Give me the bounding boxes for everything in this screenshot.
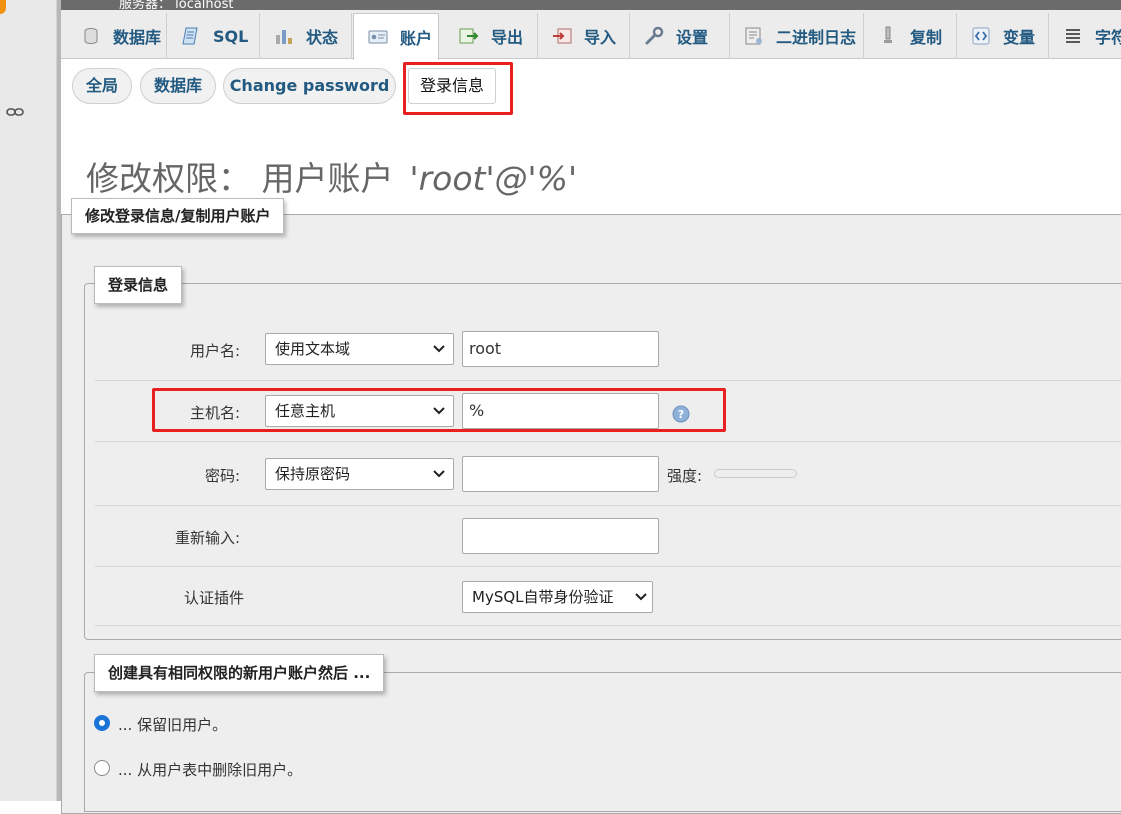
accounts-icon: [368, 30, 388, 44]
password-strength-meter: [714, 469, 797, 478]
highlight-box-hostname: [152, 388, 726, 432]
tab-variables[interactable]: 变量: [957, 13, 1049, 59]
row-divider: [95, 380, 1121, 381]
database-icon: [84, 28, 98, 45]
delete-old-user-label[interactable]: ... 从用户表中删除旧用户。: [118, 759, 302, 780]
variables-icon: [972, 27, 990, 45]
auth-plugin-label: 认证插件: [184, 589, 245, 607]
page-title-account-label: 用户账户: [261, 159, 394, 199]
navigation-panel: [0, 0, 57, 801]
auth-plugin-select[interactable]: MySQL自带身份验证: [462, 581, 653, 613]
subtab-database[interactable]: 数据库: [140, 68, 216, 104]
status-icon: [276, 30, 292, 44]
tab-replication[interactable]: 复制: [864, 13, 957, 59]
chevron-down-icon: [433, 470, 445, 478]
row-divider: [95, 505, 1121, 506]
username-input[interactable]: root: [462, 331, 659, 367]
retype-password-input[interactable]: [462, 518, 659, 554]
delete-old-user-radio[interactable]: [94, 760, 110, 776]
link-icon[interactable]: [6, 106, 24, 118]
row-divider: [95, 441, 1121, 442]
password-label: 密码:: [204, 467, 240, 485]
password-type-value: 保持原密码: [275, 465, 351, 483]
charset-icon: [1066, 29, 1080, 43]
username-type-select[interactable]: 使用文本域: [265, 333, 454, 365]
create-new-user-fieldset: [84, 672, 1121, 812]
password-type-select[interactable]: 保持原密码: [265, 458, 454, 490]
login-info-legend: 登录信息: [94, 266, 183, 304]
sql-icon: [182, 27, 198, 45]
tab-sql[interactable]: SQL: [167, 13, 260, 59]
page-title: 修改权限： 用户账户 'root'@'%': [86, 152, 577, 200]
auth-plugin-value: MySQL自带身份验证: [472, 588, 614, 606]
tab-export[interactable]: 导出: [445, 13, 538, 59]
breadcrumb-bar: 服务器： localhost: [61, 0, 1121, 10]
chevron-down-icon: [635, 593, 647, 601]
tab-import[interactable]: 导入: [538, 13, 630, 59]
tab-settings[interactable]: 设置: [630, 13, 730, 59]
binlog-icon: [745, 27, 762, 45]
row-divider: [95, 566, 1121, 567]
tab-databases[interactable]: 数据库: [67, 13, 167, 59]
subtab-global[interactable]: 全局: [72, 68, 132, 104]
page-title-prefix: 修改权限：: [86, 159, 251, 199]
tab-charsets[interactable]: 字符: [1049, 13, 1121, 59]
export-icon: [459, 28, 479, 44]
page-title-account: 'root'@'%': [409, 159, 578, 199]
replication-icon: [884, 26, 892, 43]
server-breadcrumb[interactable]: 服务器： localhost: [119, 0, 234, 10]
subtab-change-password[interactable]: Change password: [223, 68, 396, 104]
keep-old-user-label[interactable]: ... 保留旧用户。: [118, 714, 227, 735]
tab-binary-log[interactable]: 二进制日志: [730, 13, 864, 59]
password-strength-label: 强度:: [667, 467, 703, 485]
retype-password-label: 重新输入:: [174, 529, 240, 547]
wrench-icon: [645, 26, 664, 45]
highlight-box-subtab: [403, 62, 513, 115]
change-login-legend: 修改登录信息/复制用户账户: [71, 198, 285, 234]
username-label: 用户名:: [189, 342, 240, 360]
username-type-value: 使用文本域: [275, 340, 351, 358]
chevron-down-icon: [433, 345, 445, 353]
import-icon: [553, 28, 572, 44]
keep-old-user-radio[interactable]: [94, 715, 110, 731]
logo-fragment: [0, 0, 6, 14]
tab-accounts[interactable]: 账户: [353, 13, 439, 60]
row-divider: [95, 625, 1121, 626]
password-input[interactable]: [462, 456, 659, 492]
tab-status[interactable]: 状态: [260, 13, 352, 59]
create-new-user-legend: 创建具有相同权限的新用户账户然后 ...: [94, 654, 385, 692]
main-tab-bar: 数据库 SQL 状态 账户 导出 导入 设置 二进制日志 复制 变量 字符: [61, 10, 1121, 60]
